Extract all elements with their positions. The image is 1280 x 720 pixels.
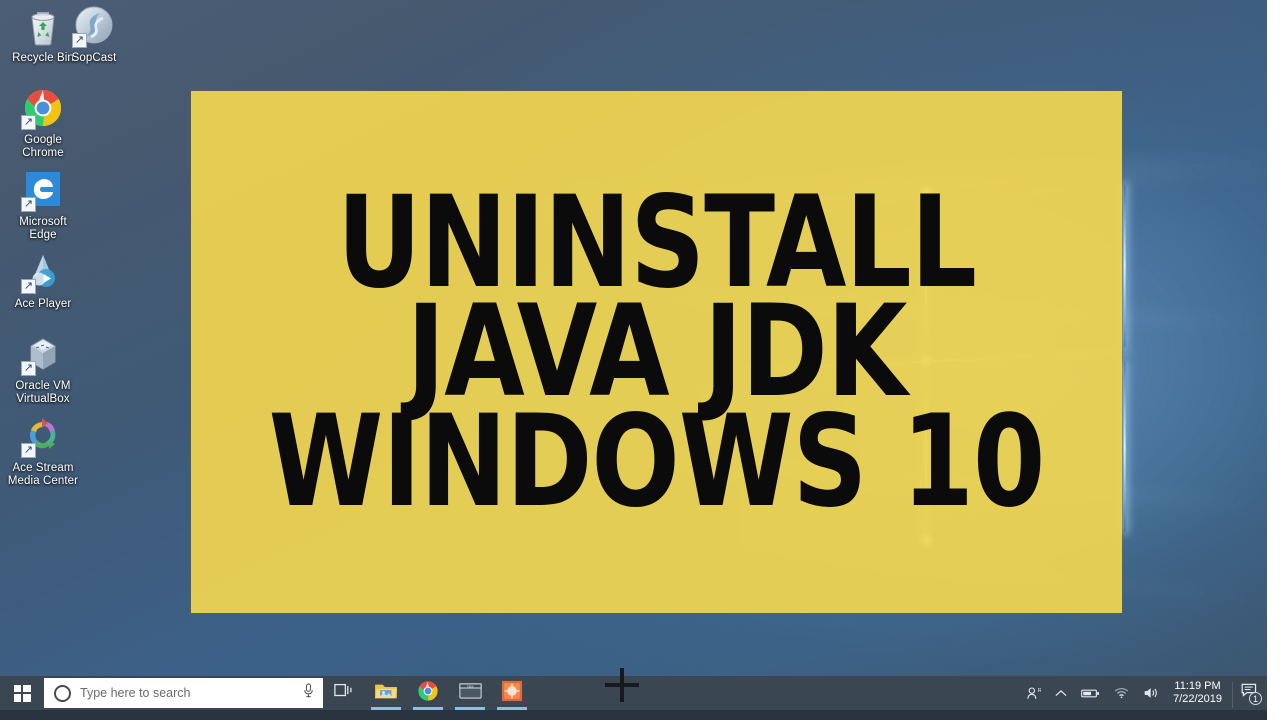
desktop-icon-ace-stream-media-center[interactable]: ↗ Ace Stream Media Center xyxy=(0,414,86,488)
shortcut-overlay-icon: ↗ xyxy=(21,279,36,294)
shortcut-overlay-icon: ↗ xyxy=(21,115,36,130)
battery-icon[interactable] xyxy=(1074,676,1107,710)
desktop-icon-label: Chrome xyxy=(22,147,64,159)
clock-time: 11:19 PM xyxy=(1174,680,1221,692)
desktop-icon-label: VirtualBox xyxy=(16,393,70,405)
task-view-button[interactable] xyxy=(323,676,365,710)
taskbar-divider xyxy=(1232,682,1233,708)
desktop-icon-oracle-vm-virtualbox[interactable]: ↗ Oracle VM VirtualBox xyxy=(0,332,86,406)
action-center-button[interactable]: 1 xyxy=(1235,676,1265,710)
desktop-icon-sopcast[interactable]: ↗ SopCast xyxy=(51,4,137,65)
running-indicator xyxy=(455,707,485,710)
taskbar-file-explorer-button[interactable] xyxy=(365,676,407,710)
running-indicator xyxy=(497,707,527,710)
desktop-icon-label: Microsoft xyxy=(19,216,67,228)
speaker-icon[interactable] xyxy=(1136,676,1167,710)
running-indicator xyxy=(413,707,443,710)
ace-stream-icon: ↗ xyxy=(21,414,65,458)
desktop-icon-label: SopCast xyxy=(71,52,117,64)
task-view-icon xyxy=(334,682,354,704)
desktop-icon-google-chrome[interactable]: ↗ Google Chrome xyxy=(0,86,86,160)
file-explorer-icon xyxy=(374,681,398,706)
cortana-circle-icon xyxy=(54,684,71,702)
screen-root: Recycle Bin ↗ SopCast ↗ Google Chrome ↗ … xyxy=(0,0,1280,720)
taskbar-chrome-button[interactable] xyxy=(407,676,449,710)
shortcut-overlay-icon: ↗ xyxy=(21,361,36,376)
desktop-icon-label: Ace Stream xyxy=(12,462,74,474)
shortcut-overlay-icon: ↗ xyxy=(21,197,36,212)
microphone-icon[interactable] xyxy=(302,683,315,703)
orange-app-icon xyxy=(501,680,523,707)
ace-player-icon: ↗ xyxy=(21,250,65,294)
running-indicator xyxy=(371,707,401,710)
shortcut-overlay-icon: ↗ xyxy=(72,33,87,48)
edge-icon: ↗ xyxy=(21,168,65,212)
start-button[interactable] xyxy=(0,676,44,710)
crosshair-cursor xyxy=(605,668,639,702)
chrome-icon xyxy=(417,680,439,707)
taskbar-underfill xyxy=(0,710,1280,720)
people-icon[interactable]: R xyxy=(1019,676,1048,710)
virtualbox-icon: ↗ xyxy=(21,332,65,376)
clock-date: 7/22/2019 xyxy=(1173,693,1222,705)
desktop-icon-label: Oracle VM xyxy=(15,380,71,392)
desktop-icon-ace-player[interactable]: ↗ Ace Player xyxy=(0,250,86,311)
desktop-icon-label: Ace Player xyxy=(14,298,72,310)
title-card-overlay xyxy=(191,91,1122,613)
search-placeholder-text: Type here to search xyxy=(80,686,191,700)
chevron-up-icon[interactable] xyxy=(1048,676,1074,710)
system-tray: R xyxy=(1019,676,1267,710)
shortcut-overlay-icon: ↗ xyxy=(21,443,36,458)
window-app-icon: New xyxy=(458,682,482,705)
taskbar-window-app-button[interactable]: New xyxy=(449,676,491,710)
taskbar-clock[interactable]: 11:19 PM 7/22/2019 xyxy=(1167,676,1230,710)
notification-badge: 1 xyxy=(1249,692,1262,705)
desktop-icon-microsoft-edge[interactable]: ↗ Microsoft Edge xyxy=(0,168,86,242)
desktop-icon-label: Google xyxy=(24,134,62,146)
page-right-margin xyxy=(1267,0,1280,720)
taskbar-orange-app-button[interactable] xyxy=(491,676,533,710)
desktop-icon-label: Media Center xyxy=(7,475,79,487)
windows-logo-icon xyxy=(13,684,31,702)
wifi-icon[interactable] xyxy=(1107,676,1136,710)
svg-text:New: New xyxy=(467,684,474,688)
sopcast-icon: ↗ xyxy=(72,4,116,48)
chrome-icon: ↗ xyxy=(21,86,65,130)
search-input[interactable]: Type here to search xyxy=(44,678,323,708)
desktop-icon-label: Edge xyxy=(29,229,57,241)
svg-text:R: R xyxy=(1038,687,1041,693)
